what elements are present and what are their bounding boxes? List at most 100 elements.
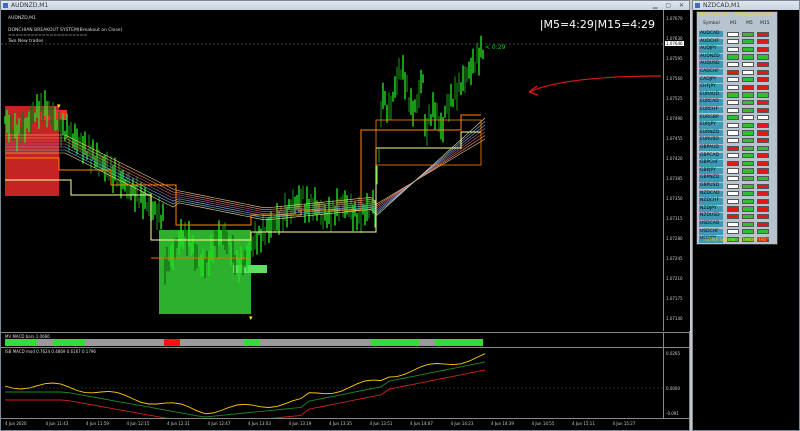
scanner-row[interactable]: EURUSD [697,137,777,144]
scanner-symbol[interactable]: NZDUSD [699,213,723,220]
scanner-row[interactable]: GBPCHF [697,160,777,167]
scanner-symbol[interactable]: AUDCAD [699,31,723,38]
scanner-window-icon [695,3,700,8]
col-m5: M5 [746,21,753,26]
scanner-cell-m5 [742,168,754,174]
scanner-row[interactable]: CADCHF [697,69,777,76]
time-axis-label: 4 Jun 14:23 [450,421,474,426]
scanner-symbol[interactable]: GBPJPY [699,167,723,175]
scanner-symbol[interactable]: GBPCHF [699,160,723,167]
scanner-symbol[interactable]: EURAUD [699,91,723,99]
scanner-symbol[interactable]: USDCAD [699,221,723,228]
scanner-row[interactable]: GBPAUD [697,145,777,152]
macd-bar-cell [435,339,452,346]
target-box [375,119,482,166]
scanner-symbol[interactable]: EURNZD [699,129,723,137]
scanner-cell-m1 [727,145,739,151]
scanner-titlebar[interactable]: NZDCAD,M1 [693,1,799,10]
scanner-cell-m15 [757,39,769,45]
scanner-cell-m15 [757,198,769,205]
scanner-symbol[interactable]: GBPAUD [699,145,723,152]
price-axis-label: 1.07595 [666,56,683,61]
scanner-symbol[interactable]: USDCHF [699,228,723,235]
scanner-row[interactable]: AUDJPY [697,46,777,53]
scanner-row[interactable]: NZDCHF [697,198,777,205]
col-symbol: Symbol [703,21,720,26]
scanner-row[interactable]: GBPUSD [697,183,777,190]
scanner-cell-m5 [742,107,754,113]
scanner-row[interactable]: AUDUSD [697,61,777,68]
scanner-row[interactable]: EURCAD [697,99,777,106]
scanner-symbol[interactable]: CHFJPY [699,84,723,91]
scanner-cell-m5 [742,221,754,227]
scanner-symbol[interactable]: AUDUSD [699,61,723,68]
scanner-symbol[interactable]: EURUSD [699,137,723,144]
scanner-symbol[interactable]: EURCAD [699,99,723,106]
scanner-row[interactable]: EURJPY [697,122,777,129]
scanner-cell-m1 [727,206,739,212]
scanner-row[interactable]: AUDCAD [697,31,777,38]
scanner-symbol[interactable]: GBPUSD [699,183,723,190]
current-price-marker: 1.07646 [665,41,684,46]
scanner-symbol[interactable]: NZDCAD [699,190,723,197]
scanner-symbol[interactable]: GBPNZD [699,175,723,182]
price-chart[interactable]: ▾▾ [1,10,663,331]
scanner-cell-m15 [757,122,769,129]
time-axis-label: 4 Jun 2020 [5,421,27,426]
scanner-cell-m5 [742,175,754,182]
scanner-row[interactable]: CHFJPY [697,84,777,91]
scanner-cell-m5 [742,54,754,60]
scanner-row[interactable]: EURCHF [697,107,777,114]
price-axis[interactable]: 1.07670 1.07630 1.07595 1.07560 1.07525 1.074… [663,10,690,331]
col-m15: M15 [760,21,770,26]
scanner-row[interactable]: EURGBP [697,114,777,122]
scanner-cell-m5 [742,122,754,129]
macd-lines-panel[interactable]: ISB MACD mod 0.7624 0.4869 0.6167 0.1796 [1,347,663,419]
up-arrow-icon: ▾ [57,102,61,110]
time-axis-label: 4 Jun 12:47 [207,421,231,426]
scanner-cell-m15 [757,175,769,182]
scanner-row[interactable]: NZDUSD [697,213,777,220]
scanner-row[interactable]: USDCAD [697,221,777,228]
macd-axis: 0.0265 0.0000 -0.091 [663,347,690,419]
scanner-symbol[interactable]: AUDCHF [699,38,723,45]
scanner-cell-m1 [727,69,739,75]
scanner-row[interactable]: CADJPY [697,76,777,84]
scanner-symbol[interactable]: EURCHF [699,107,723,114]
scanner-cell-m15 [757,115,769,121]
scanner-symbol[interactable]: CADCHF [699,69,723,76]
scanner-symbol[interactable]: AUDNZD [699,53,723,61]
scanner-cell-m5 [742,39,754,45]
scanner-symbol[interactable]: GBPCAD [699,152,723,159]
chart-titlebar[interactable]: AUDNZD,M1 ▁ ▢ ✕ [1,1,689,10]
window-controls[interactable]: ▁ ▢ ✕ [653,1,687,10]
chart-window[interactable]: AUDNZD,M1 ▁ ▢ ✕ ▾ ▾ AUDNZD,M1 DONCHIAN BR… [0,0,690,431]
scanner-row[interactable]: GBPNZD [697,175,777,182]
macd-bars-panel[interactable]: MV MACD bars 1.0666 [1,332,663,347]
scanner-cell-m5 [742,61,754,68]
chart-window-icon [3,3,8,8]
scanner-cell-m1 [727,213,739,220]
scanner-cell-m5 [742,153,754,159]
col-m1: M1 [730,21,737,26]
scanner-symbol[interactable]: CADJPY [699,76,723,83]
scanner-row[interactable]: AUDCHF [697,38,777,46]
scanner-row[interactable]: USDCHF [697,228,777,236]
scanner-symbol[interactable]: AUDJPY [699,46,723,53]
scanner-cell-m15 [757,160,769,167]
scanner-cell-m15 [757,153,769,159]
price-panel[interactable]: ▾ ▾ AUDNZD,M1 DONCHIAN BREAKOUT SYSTEM(Br… [1,10,663,331]
scanner-symbol[interactable]: EURGBP [699,114,723,121]
scanner-row[interactable]: NZDCAD [697,190,777,198]
time-axis-label: 4 Jun 12:15 [126,421,150,426]
price-axis-label: 1.07385 [666,176,683,181]
trades-label: Two New trades [8,39,44,44]
scanner-symbol[interactable]: NZDCHF [699,198,723,205]
scanner-cell-m1 [727,191,739,197]
scanner-symbol[interactable]: NZDJPY [699,205,723,213]
scanner-symbol[interactable]: EURJPY [699,122,723,129]
scanner-row[interactable]: GBPCAD [697,152,777,160]
time-axis-label: 4 Jun 12:31 [167,421,190,426]
price-axis-label: 1.07280 [666,236,683,241]
scanner-cell-m15 [757,54,769,60]
